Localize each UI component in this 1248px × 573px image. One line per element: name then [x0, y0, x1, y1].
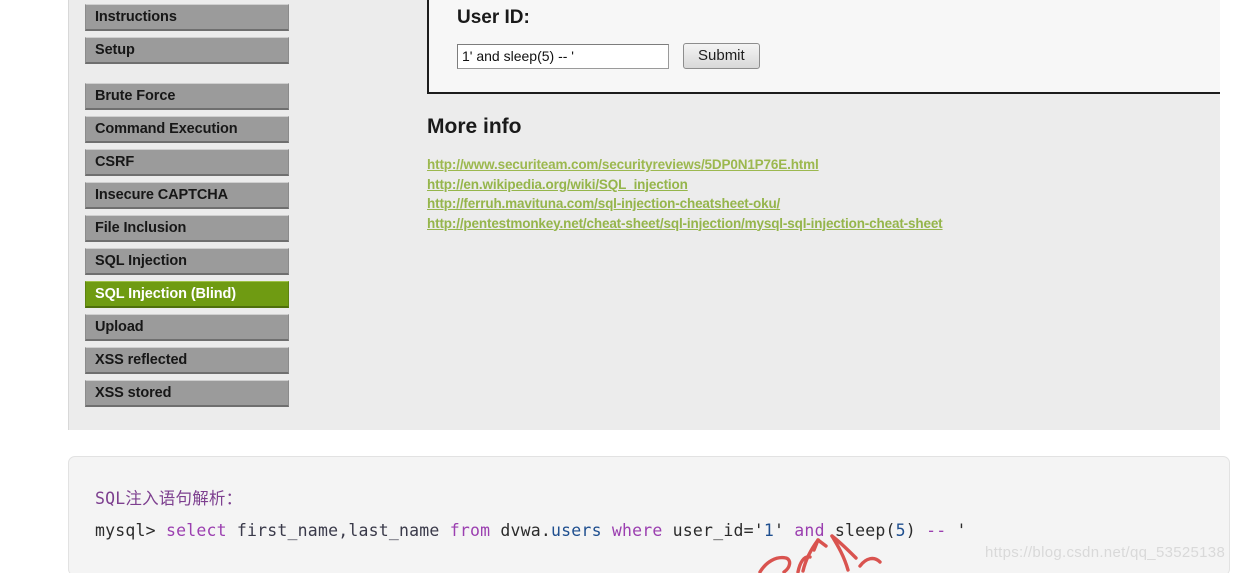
- sql-token: first_name,last_name: [236, 521, 450, 540]
- sidebar-item-command-execution[interactable]: Command Execution: [85, 116, 289, 143]
- sql-token: 5: [895, 521, 906, 540]
- sidebar-item-label: Command Execution: [95, 121, 238, 137]
- sidebar-item-instructions[interactable]: Instructions: [85, 4, 289, 31]
- sidebar-item-file-inclusion[interactable]: File Inclusion: [85, 215, 289, 242]
- more-info-heading: More info: [427, 115, 522, 138]
- sql-token: --: [926, 521, 957, 540]
- sql-token: select: [165, 521, 237, 540]
- sidebar-item-sql-injection-blind[interactable]: SQL Injection (Blind): [85, 281, 289, 308]
- sql-token: ': [753, 521, 764, 540]
- sql-statement: mysql> select first_name,last_name from …: [95, 521, 1229, 540]
- sidebar-group-main: Instructions Setup: [85, 0, 289, 64]
- sql-token: ': [956, 521, 967, 540]
- sql-token: ): [905, 521, 927, 540]
- sql-token: mysql>: [95, 521, 166, 540]
- sql-token: where: [611, 521, 673, 540]
- sidebar-item-label: XSS reflected: [95, 352, 188, 368]
- user-id-input[interactable]: [457, 43, 669, 69]
- sidebar-item-label: File Inclusion: [95, 220, 187, 236]
- sql-token: from: [449, 521, 501, 540]
- page-right-margin: [1220, 0, 1248, 430]
- sidebar-item-label: SQL Injection: [95, 253, 187, 269]
- more-info-link-securiteam[interactable]: http://www.securiteam.com/securityreview…: [427, 155, 819, 175]
- sidebar-item-xss-stored[interactable]: XSS stored: [85, 380, 289, 407]
- sql-token: (: [885, 521, 896, 540]
- sql-token: 1: [763, 521, 775, 540]
- sidebar-group-divider: [85, 70, 289, 83]
- sql-token: dvwa.: [500, 521, 552, 540]
- sidebar-group-vulnerabilities: Brute Force Command Execution CSRF Insec…: [85, 83, 289, 407]
- sidebar-item-label: Upload: [95, 319, 144, 335]
- watermark-text: https://blog.csdn.net/qq_53525138: [985, 544, 1226, 561]
- more-info-link-mavituna[interactable]: http://ferruh.mavituna.com/sql-injection…: [427, 194, 780, 214]
- sidebar-item-label: CSRF: [95, 154, 135, 170]
- dvwa-page-body: Instructions Setup Brute Force Command E…: [68, 0, 1248, 430]
- sidebar-navigation: Instructions Setup Brute Force Command E…: [69, 0, 305, 430]
- sidebar-item-label: Brute Force: [95, 88, 176, 104]
- sidebar-item-label: Insecure CAPTCHA: [95, 187, 228, 203]
- sql-token: and: [794, 521, 835, 540]
- sql-token: users: [551, 521, 612, 540]
- sidebar-item-csrf[interactable]: CSRF: [85, 149, 289, 176]
- explanation-inner: SQL注入语句解析： mysql> select first_name,last…: [69, 457, 1229, 540]
- sidebar-item-label: XSS stored: [95, 385, 172, 401]
- sidebar-item-brute-force[interactable]: Brute Force: [85, 83, 289, 110]
- more-info-section: More info http://www.securiteam.com/secu…: [427, 115, 1248, 233]
- sidebar-item-sql-injection[interactable]: SQL Injection: [85, 248, 289, 275]
- screenshot-root: Instructions Setup Brute Force Command E…: [0, 0, 1248, 573]
- sql-token: user_id=: [672, 521, 754, 540]
- submit-button[interactable]: Submit: [683, 43, 760, 69]
- sidebar-item-label: SQL Injection (Blind): [95, 286, 237, 302]
- vulnerability-panel: User ID: Submit: [427, 0, 1248, 94]
- sidebar-item-insecure-captcha[interactable]: Insecure CAPTCHA: [85, 182, 289, 209]
- user-id-heading: User ID:: [457, 7, 530, 28]
- sidebar-item-label: Setup: [95, 42, 135, 58]
- page-bottom-gap: [0, 430, 1248, 456]
- sidebar-item-label: Instructions: [95, 9, 177, 25]
- sidebar-item-upload[interactable]: Upload: [85, 314, 289, 341]
- more-info-link-wikipedia[interactable]: http://en.wikipedia.org/wiki/SQL_injecti…: [427, 175, 688, 195]
- more-info-link-pentestmonkey[interactable]: http://pentestmonkey.net/cheat-sheet/sql…: [427, 214, 943, 234]
- sidebar-item-xss-reflected[interactable]: XSS reflected: [85, 347, 289, 374]
- sidebar-item-setup[interactable]: Setup: [85, 37, 289, 64]
- user-id-form: Submit: [457, 43, 1248, 69]
- sql-token: sleep: [834, 521, 886, 540]
- explanation-heading: SQL注入语句解析：: [95, 489, 243, 508]
- sql-token: ': [774, 521, 795, 540]
